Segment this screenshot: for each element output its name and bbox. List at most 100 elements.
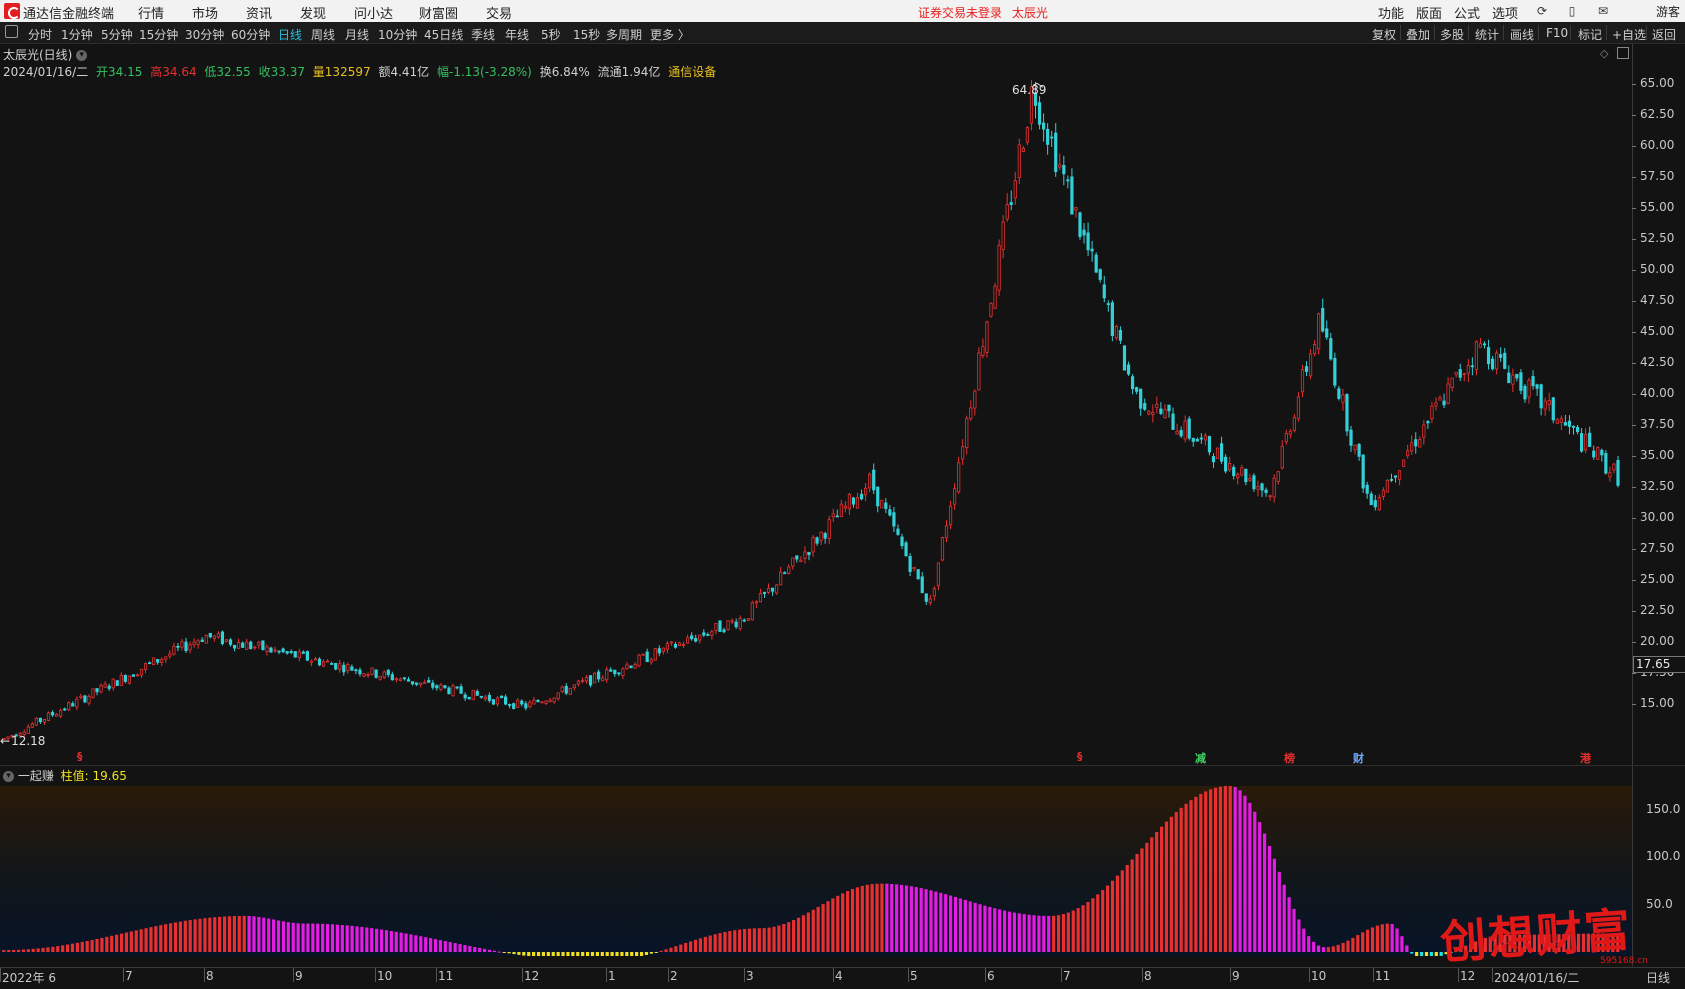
candle-body[interactable] xyxy=(779,571,783,586)
candle-body[interactable] xyxy=(1499,354,1503,358)
candle-body[interactable] xyxy=(253,646,257,649)
menu-ask-xiaoda[interactable]: 问小达 xyxy=(354,3,393,22)
candle-body[interactable] xyxy=(503,696,508,705)
candle-body[interactable] xyxy=(770,587,775,592)
candle-body[interactable] xyxy=(1349,429,1353,446)
candle-body[interactable] xyxy=(665,643,669,650)
candle-body[interactable] xyxy=(1365,484,1369,494)
login-alert[interactable]: 证券交易未登录 太辰光 xyxy=(918,4,1054,21)
chevron-down-icon[interactable]: ▾ xyxy=(76,50,88,61)
candle-body[interactable] xyxy=(758,593,763,603)
candle-body[interactable] xyxy=(67,702,71,711)
candle-body[interactable] xyxy=(791,557,795,567)
candle-body[interactable] xyxy=(932,588,936,597)
candle-body[interactable] xyxy=(1276,471,1280,482)
candle-body[interactable] xyxy=(965,418,969,448)
candle-body[interactable] xyxy=(1373,500,1377,508)
candle-body[interactable] xyxy=(232,644,237,649)
candle-body[interactable] xyxy=(997,244,1001,291)
candle-body[interactable] xyxy=(516,700,520,708)
candle-body[interactable] xyxy=(1333,358,1337,386)
candle-body[interactable] xyxy=(795,555,799,560)
candle-body[interactable] xyxy=(1511,374,1515,385)
candle-body[interactable] xyxy=(192,641,196,646)
candle-body[interactable] xyxy=(580,680,585,683)
candle-body[interactable] xyxy=(491,699,496,705)
candle-body[interactable] xyxy=(1179,430,1183,437)
candle-body[interactable] xyxy=(172,645,176,655)
candle-body[interactable] xyxy=(135,674,140,677)
candle-body[interactable] xyxy=(556,692,560,700)
candle-body[interactable] xyxy=(1503,352,1507,369)
candle-body[interactable] xyxy=(410,681,415,685)
candle-body[interactable] xyxy=(677,642,682,646)
candlestick-chart[interactable] xyxy=(0,80,1632,760)
candle-body[interactable] xyxy=(1102,284,1106,299)
candle-body[interactable] xyxy=(1021,148,1025,152)
candle-body[interactable] xyxy=(1211,456,1216,463)
candle-body[interactable] xyxy=(386,669,390,675)
candle-body[interactable] xyxy=(588,675,593,686)
candle-body[interactable] xyxy=(212,635,216,639)
candle-body[interactable] xyxy=(398,678,403,681)
btn-adjust[interactable]: 复权 xyxy=(1372,26,1396,43)
candle-body[interactable] xyxy=(989,302,993,317)
period-15min[interactable]: 15分钟 xyxy=(139,26,178,43)
candle-body[interactable] xyxy=(1345,394,1349,432)
candle-body[interactable] xyxy=(896,528,900,535)
candle-body[interactable] xyxy=(1369,493,1373,506)
period-5min[interactable]: 5分钟 xyxy=(101,26,133,43)
candle-body[interactable] xyxy=(1025,127,1030,143)
candle-body[interactable] xyxy=(1495,352,1499,370)
candle-body[interactable] xyxy=(1098,269,1102,280)
btn-draw-line[interactable]: 画线 xyxy=(1510,26,1534,43)
candle-body[interactable] xyxy=(184,641,188,652)
candle-body[interactable] xyxy=(605,669,609,681)
candle-body[interactable] xyxy=(1236,473,1240,479)
candle-body[interactable] xyxy=(1430,405,1434,420)
window-toggle-icon[interactable] xyxy=(1617,47,1629,59)
menu-formula[interactable]: 公式 xyxy=(1454,3,1480,22)
candle-body[interactable] xyxy=(1171,413,1175,430)
event-tag[interactable]: 减 xyxy=(1195,750,1206,766)
candle-body[interactable] xyxy=(981,346,985,356)
candle-body[interactable] xyxy=(1515,373,1519,379)
period-more[interactable]: 更多 〉 xyxy=(650,26,690,43)
candle-body[interactable] xyxy=(1248,477,1252,481)
candle-body[interactable] xyxy=(827,519,831,539)
candle-body[interactable] xyxy=(402,677,407,680)
candle-body[interactable] xyxy=(657,648,661,654)
candle-body[interactable] xyxy=(1126,364,1131,375)
candle-body[interactable] xyxy=(1050,136,1054,139)
candle-body[interactable] xyxy=(257,641,261,646)
candle-body[interactable] xyxy=(1470,365,1474,368)
candle-body[interactable] xyxy=(1462,373,1466,376)
candle-body[interactable] xyxy=(1406,450,1410,457)
candle-body[interactable] xyxy=(1592,450,1596,458)
candle-body[interactable] xyxy=(1013,180,1017,199)
candle-body[interactable] xyxy=(629,665,633,669)
candle-body[interactable] xyxy=(637,654,641,667)
candle-body[interactable] xyxy=(847,494,852,510)
candle-body[interactable] xyxy=(892,512,896,527)
candle-body[interactable] xyxy=(1450,377,1454,388)
candle-body[interactable] xyxy=(1571,425,1576,428)
mail-icon[interactable]: ✉ xyxy=(1596,4,1610,18)
candle-body[interactable] xyxy=(334,662,338,670)
candle-body[interactable] xyxy=(1159,408,1163,414)
candle-body[interactable] xyxy=(552,697,556,703)
candle-body[interactable] xyxy=(1118,330,1123,341)
period-multi[interactable]: 多周期 xyxy=(606,26,642,43)
event-tag[interactable]: 港 xyxy=(1580,750,1591,766)
menu-wealth-circle[interactable]: 财富圈 xyxy=(419,3,458,22)
diamond-icon[interactable]: ◇ xyxy=(1600,47,1608,60)
candle-body[interactable] xyxy=(1317,313,1321,350)
candle-body[interactable] xyxy=(969,407,973,420)
candle-body[interactable] xyxy=(1082,229,1086,236)
btn-overlay[interactable]: 叠加 xyxy=(1406,26,1430,43)
candle-body[interactable] xyxy=(46,712,51,721)
candle-body[interactable] xyxy=(63,708,67,711)
candle-body[interactable] xyxy=(859,493,864,500)
period-quarterly[interactable]: 季线 xyxy=(471,26,495,43)
candle-body[interactable] xyxy=(475,690,479,696)
